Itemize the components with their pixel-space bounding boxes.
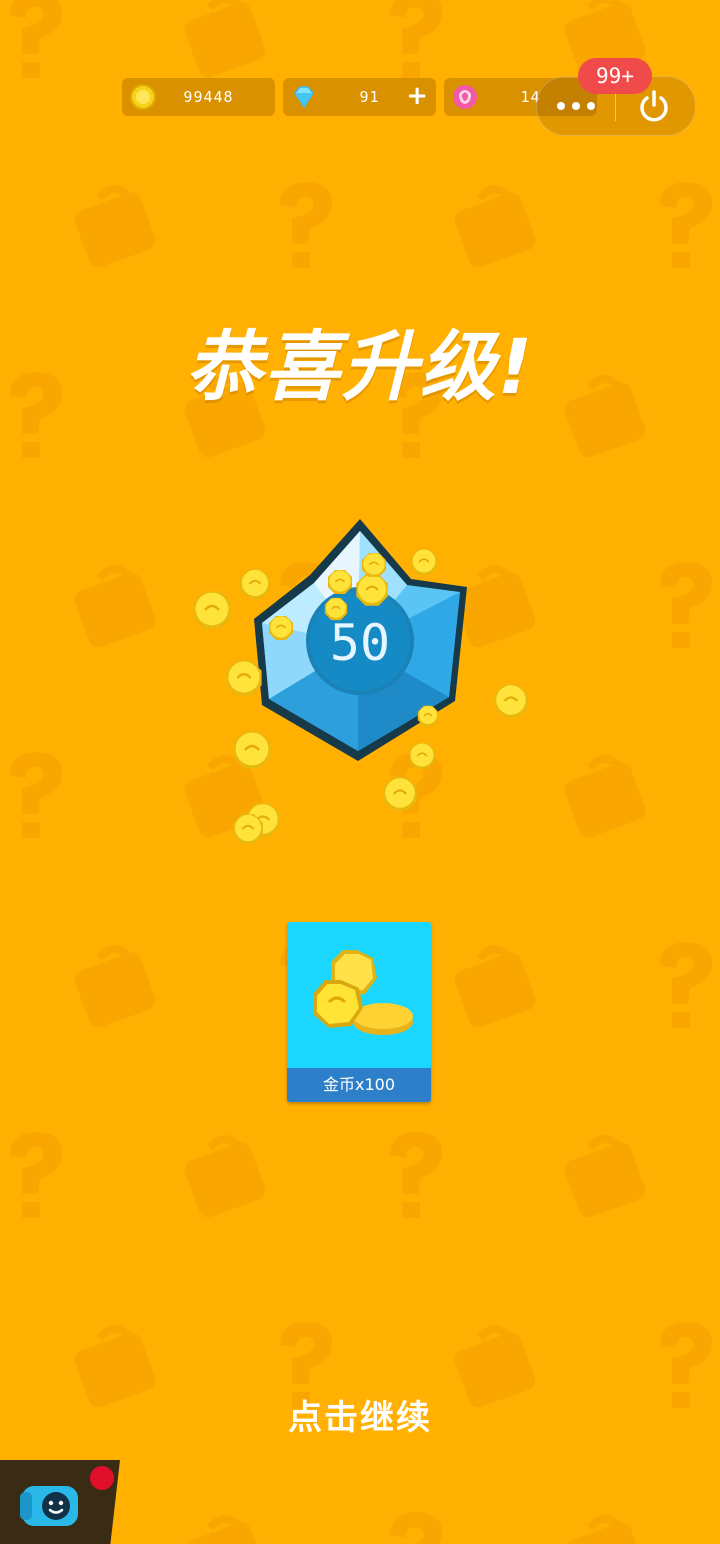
recording-indicator: [90, 1466, 114, 1490]
camera-icon[interactable]: [18, 1476, 84, 1530]
tap-to-continue[interactable]: 点击继续: [0, 1390, 720, 1439]
bg-gift-icon: [184, 1515, 266, 1544]
bg-question-icon: [390, 1512, 443, 1544]
flying-coin: [411, 549, 437, 575]
flying-coin: [233, 814, 263, 844]
flying-coin: [356, 574, 388, 606]
bg-gift-icon: [454, 945, 536, 1028]
flying-coin: [226, 660, 262, 696]
bg-gift-icon: [74, 945, 156, 1028]
flying-coins: [193, 549, 528, 844]
bg-gift-icon: [564, 1135, 646, 1218]
flying-coin: [328, 570, 352, 594]
reward-card: 金币x100: [287, 922, 431, 1102]
flying-coin: [324, 597, 348, 621]
flying-coin: [269, 616, 293, 640]
flying-coin: [193, 591, 231, 629]
flying-coin: [362, 553, 386, 577]
flying-coin: [233, 731, 271, 769]
flying-coin: [240, 569, 270, 599]
bg-gift-icon: [184, 1135, 266, 1218]
reward-label: 金币x100: [287, 1068, 431, 1102]
bg-gift-icon: [564, 1515, 646, 1544]
bg-question-icon: [660, 942, 713, 1028]
flying-coin: [409, 743, 435, 769]
flying-coin: [417, 705, 439, 727]
coin-pile-icon: [313, 950, 413, 1035]
flying-coin: [383, 777, 417, 811]
bg-question-icon: [390, 1132, 443, 1218]
bg-question-icon: [10, 1132, 63, 1218]
flying-coin: [494, 684, 528, 718]
